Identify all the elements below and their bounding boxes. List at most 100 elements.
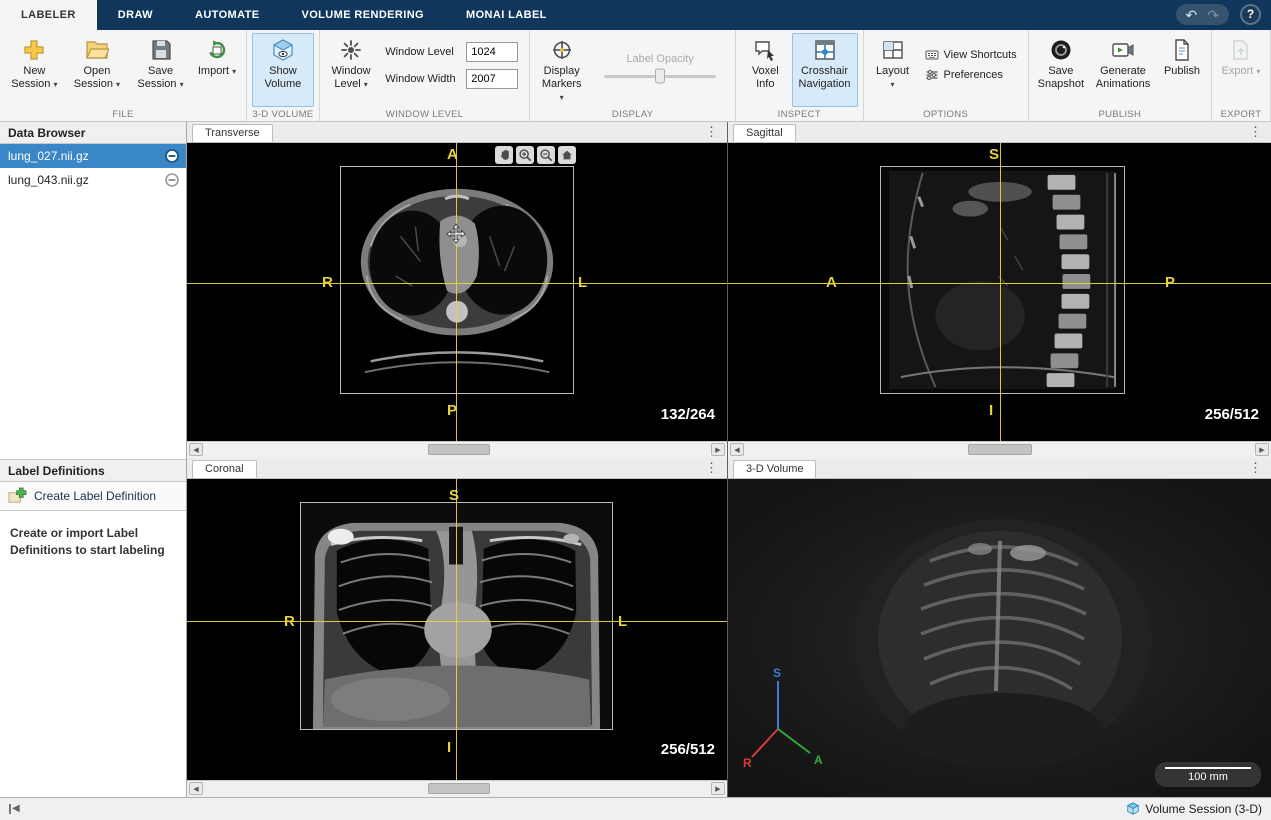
ribbon-toolstrip: New Session ▾ Open Session ▾ Save Sessio… — [0, 30, 1271, 122]
display-markers-button[interactable]: Display Markers ▾ — [535, 33, 588, 107]
publish-button[interactable]: Publish — [1158, 33, 1206, 107]
transverse-canvas[interactable]: A P R L 132/264 — [187, 143, 727, 441]
coronal-canvas[interactable]: S I R L 256/512 — [187, 479, 727, 780]
sagittal-tab[interactable]: Sagittal — [733, 124, 796, 142]
data-browser-item[interactable]: lung_027.nii.gz — [0, 144, 186, 168]
redo-icon[interactable]: ↷ — [1207, 8, 1219, 22]
collapse-panel-icon[interactable]: ◀ — [9, 804, 20, 814]
zoom-in-icon[interactable] — [516, 146, 534, 164]
scroll-left-icon[interactable]: ◀ — [189, 782, 203, 795]
ribbon-section-publish: Save Snapshot Generate Animations Publis… — [1029, 30, 1212, 121]
scroll-left-icon[interactable]: ◀ — [730, 443, 744, 456]
window-level-input[interactable] — [466, 42, 518, 62]
ribbon-section-options: Layout ▾ View Shortcuts Preferences OPTI… — [864, 30, 1029, 121]
voxel-info-button[interactable]: Voxel Info — [741, 33, 789, 107]
ribbon-section-3d-volume: Show Volume 3-D VOLUME — [247, 30, 320, 121]
crosshair-horizontal[interactable] — [728, 283, 1271, 284]
viewport-grid: Transverse ⋮ — [187, 122, 1271, 797]
viewport-menu-icon[interactable]: ⋮ — [705, 461, 718, 474]
orientation-label-superior: S — [449, 487, 459, 504]
scroll-right-icon[interactable]: ▶ — [1255, 443, 1269, 456]
viewport-menu-icon[interactable]: ⋮ — [705, 125, 718, 138]
crosshair-horizontal[interactable] — [187, 621, 727, 622]
open-folder-icon — [85, 38, 109, 62]
axis-label-superior: S — [773, 666, 781, 680]
crosshair-vertical[interactable] — [456, 143, 457, 441]
remove-volume-icon[interactable] — [165, 173, 179, 187]
data-browser-item[interactable]: lung_043.nii.gz — [0, 168, 186, 192]
scrollbar-thumb[interactable] — [428, 444, 490, 455]
orientation-axes-widget: S R A — [742, 665, 838, 769]
scroll-right-icon[interactable]: ▶ — [711, 782, 725, 795]
coronal-scrollbar[interactable]: ◀ ▶ — [187, 780, 727, 797]
volume-3d-tab[interactable]: 3-D Volume — [733, 460, 816, 478]
window-width-input[interactable] — [466, 69, 518, 89]
create-label-icon — [8, 487, 27, 506]
window-level-button[interactable]: Window Level ▾ — [325, 33, 377, 107]
layout-button[interactable]: Layout ▾ — [869, 33, 917, 107]
label-opacity-slider — [604, 75, 716, 78]
coronal-tab[interactable]: Coronal — [192, 460, 257, 478]
generate-animations-button[interactable]: Generate Animations — [1090, 33, 1156, 107]
export-button: Export ▾ — [1217, 33, 1265, 107]
remove-volume-icon[interactable] — [165, 149, 179, 163]
ribbon-section-label: OPTIONS — [864, 109, 1028, 120]
viewport-menu-icon[interactable]: ⋮ — [1249, 125, 1262, 138]
view-shortcuts-button[interactable]: View Shortcuts — [925, 48, 1017, 62]
scrollbar-thumb[interactable] — [428, 783, 490, 794]
import-button[interactable]: Import ▾ — [193, 33, 241, 107]
undo-icon[interactable]: ↶ — [1186, 8, 1198, 22]
volume-session-icon — [1126, 802, 1140, 816]
tab-volume-rendering[interactable]: VOLUME RENDERING — [280, 0, 445, 30]
ribbon-section-label: 3-D VOLUME — [247, 109, 319, 120]
export-icon — [1229, 38, 1253, 62]
viewport-menu-icon[interactable]: ⋮ — [1249, 461, 1262, 474]
orientation-label-posterior: P — [1165, 274, 1175, 291]
orientation-label-left: L — [578, 274, 587, 291]
crosshair-navigation-toggle[interactable]: Crosshair Navigation — [792, 33, 858, 107]
preferences-button[interactable]: Preferences — [925, 68, 1017, 82]
tab-monai-label[interactable]: MONAI LABEL — [445, 0, 568, 30]
crosshair-vertical[interactable] — [1000, 143, 1001, 441]
help-icon[interactable]: ? — [1240, 4, 1261, 25]
transverse-tab[interactable]: Transverse — [192, 124, 273, 142]
show-volume-toggle[interactable]: Show Volume — [252, 33, 314, 107]
brightness-icon — [339, 38, 363, 62]
coronal-header: Coronal ⋮ — [187, 458, 727, 479]
tab-labeler[interactable]: LABELER — [0, 0, 97, 30]
ribbon-section-inspect: Voxel Info Crosshair Navigation INSPECT — [736, 30, 863, 121]
tab-draw[interactable]: DRAW — [97, 0, 174, 30]
orientation-label-right: R — [322, 274, 333, 291]
transverse-scrollbar[interactable]: ◀ ▶ — [187, 441, 727, 458]
chevron-down-icon: ▾ — [116, 80, 120, 89]
sagittal-canvas[interactable]: S I A P 256/512 — [728, 143, 1271, 441]
transverse-viewport: Transverse ⋮ — [187, 122, 728, 458]
save-icon — [149, 38, 173, 62]
open-session-button[interactable]: Open Session ▾ — [66, 33, 128, 107]
crosshair-vertical[interactable] — [456, 479, 457, 780]
orientation-label-inferior: I — [989, 402, 993, 419]
new-session-button[interactable]: New Session ▾ — [5, 33, 64, 107]
save-session-button[interactable]: Save Session ▾ — [130, 33, 191, 107]
ribbon-section-window-level: Window Level ▾ Window Level Window Width… — [320, 30, 530, 121]
tab-automate[interactable]: AUTOMATE — [174, 0, 281, 30]
volume-3d-canvas[interactable]: S R A 100 mm — [728, 479, 1271, 797]
scroll-left-icon[interactable]: ◀ — [189, 443, 203, 456]
crosshair-horizontal[interactable] — [187, 283, 727, 284]
statusbar: ◀ Volume Session (3-D) — [0, 797, 1271, 820]
home-icon[interactable] — [558, 146, 576, 164]
sagittal-scrollbar[interactable]: ◀ ▶ — [728, 441, 1271, 458]
data-browser-list: lung_027.nii.gz lung_043.nii.gz — [0, 144, 186, 459]
window-level-label: Window Level — [385, 46, 459, 58]
scale-bar-line — [1165, 767, 1251, 769]
ribbon-section-label: WINDOW LEVEL — [320, 109, 529, 120]
volume-3d-header: 3-D Volume ⋮ — [728, 458, 1271, 479]
save-snapshot-button[interactable]: Save Snapshot — [1034, 33, 1088, 107]
zoom-out-icon[interactable] — [537, 146, 555, 164]
chevron-down-icon: ▾ — [1256, 67, 1260, 76]
transverse-image-bounds — [340, 166, 574, 394]
scroll-right-icon[interactable]: ▶ — [711, 443, 725, 456]
pan-icon[interactable] — [495, 146, 513, 164]
create-label-definition-button[interactable]: Create Label Definition — [0, 482, 186, 511]
scrollbar-thumb[interactable] — [968, 444, 1032, 455]
